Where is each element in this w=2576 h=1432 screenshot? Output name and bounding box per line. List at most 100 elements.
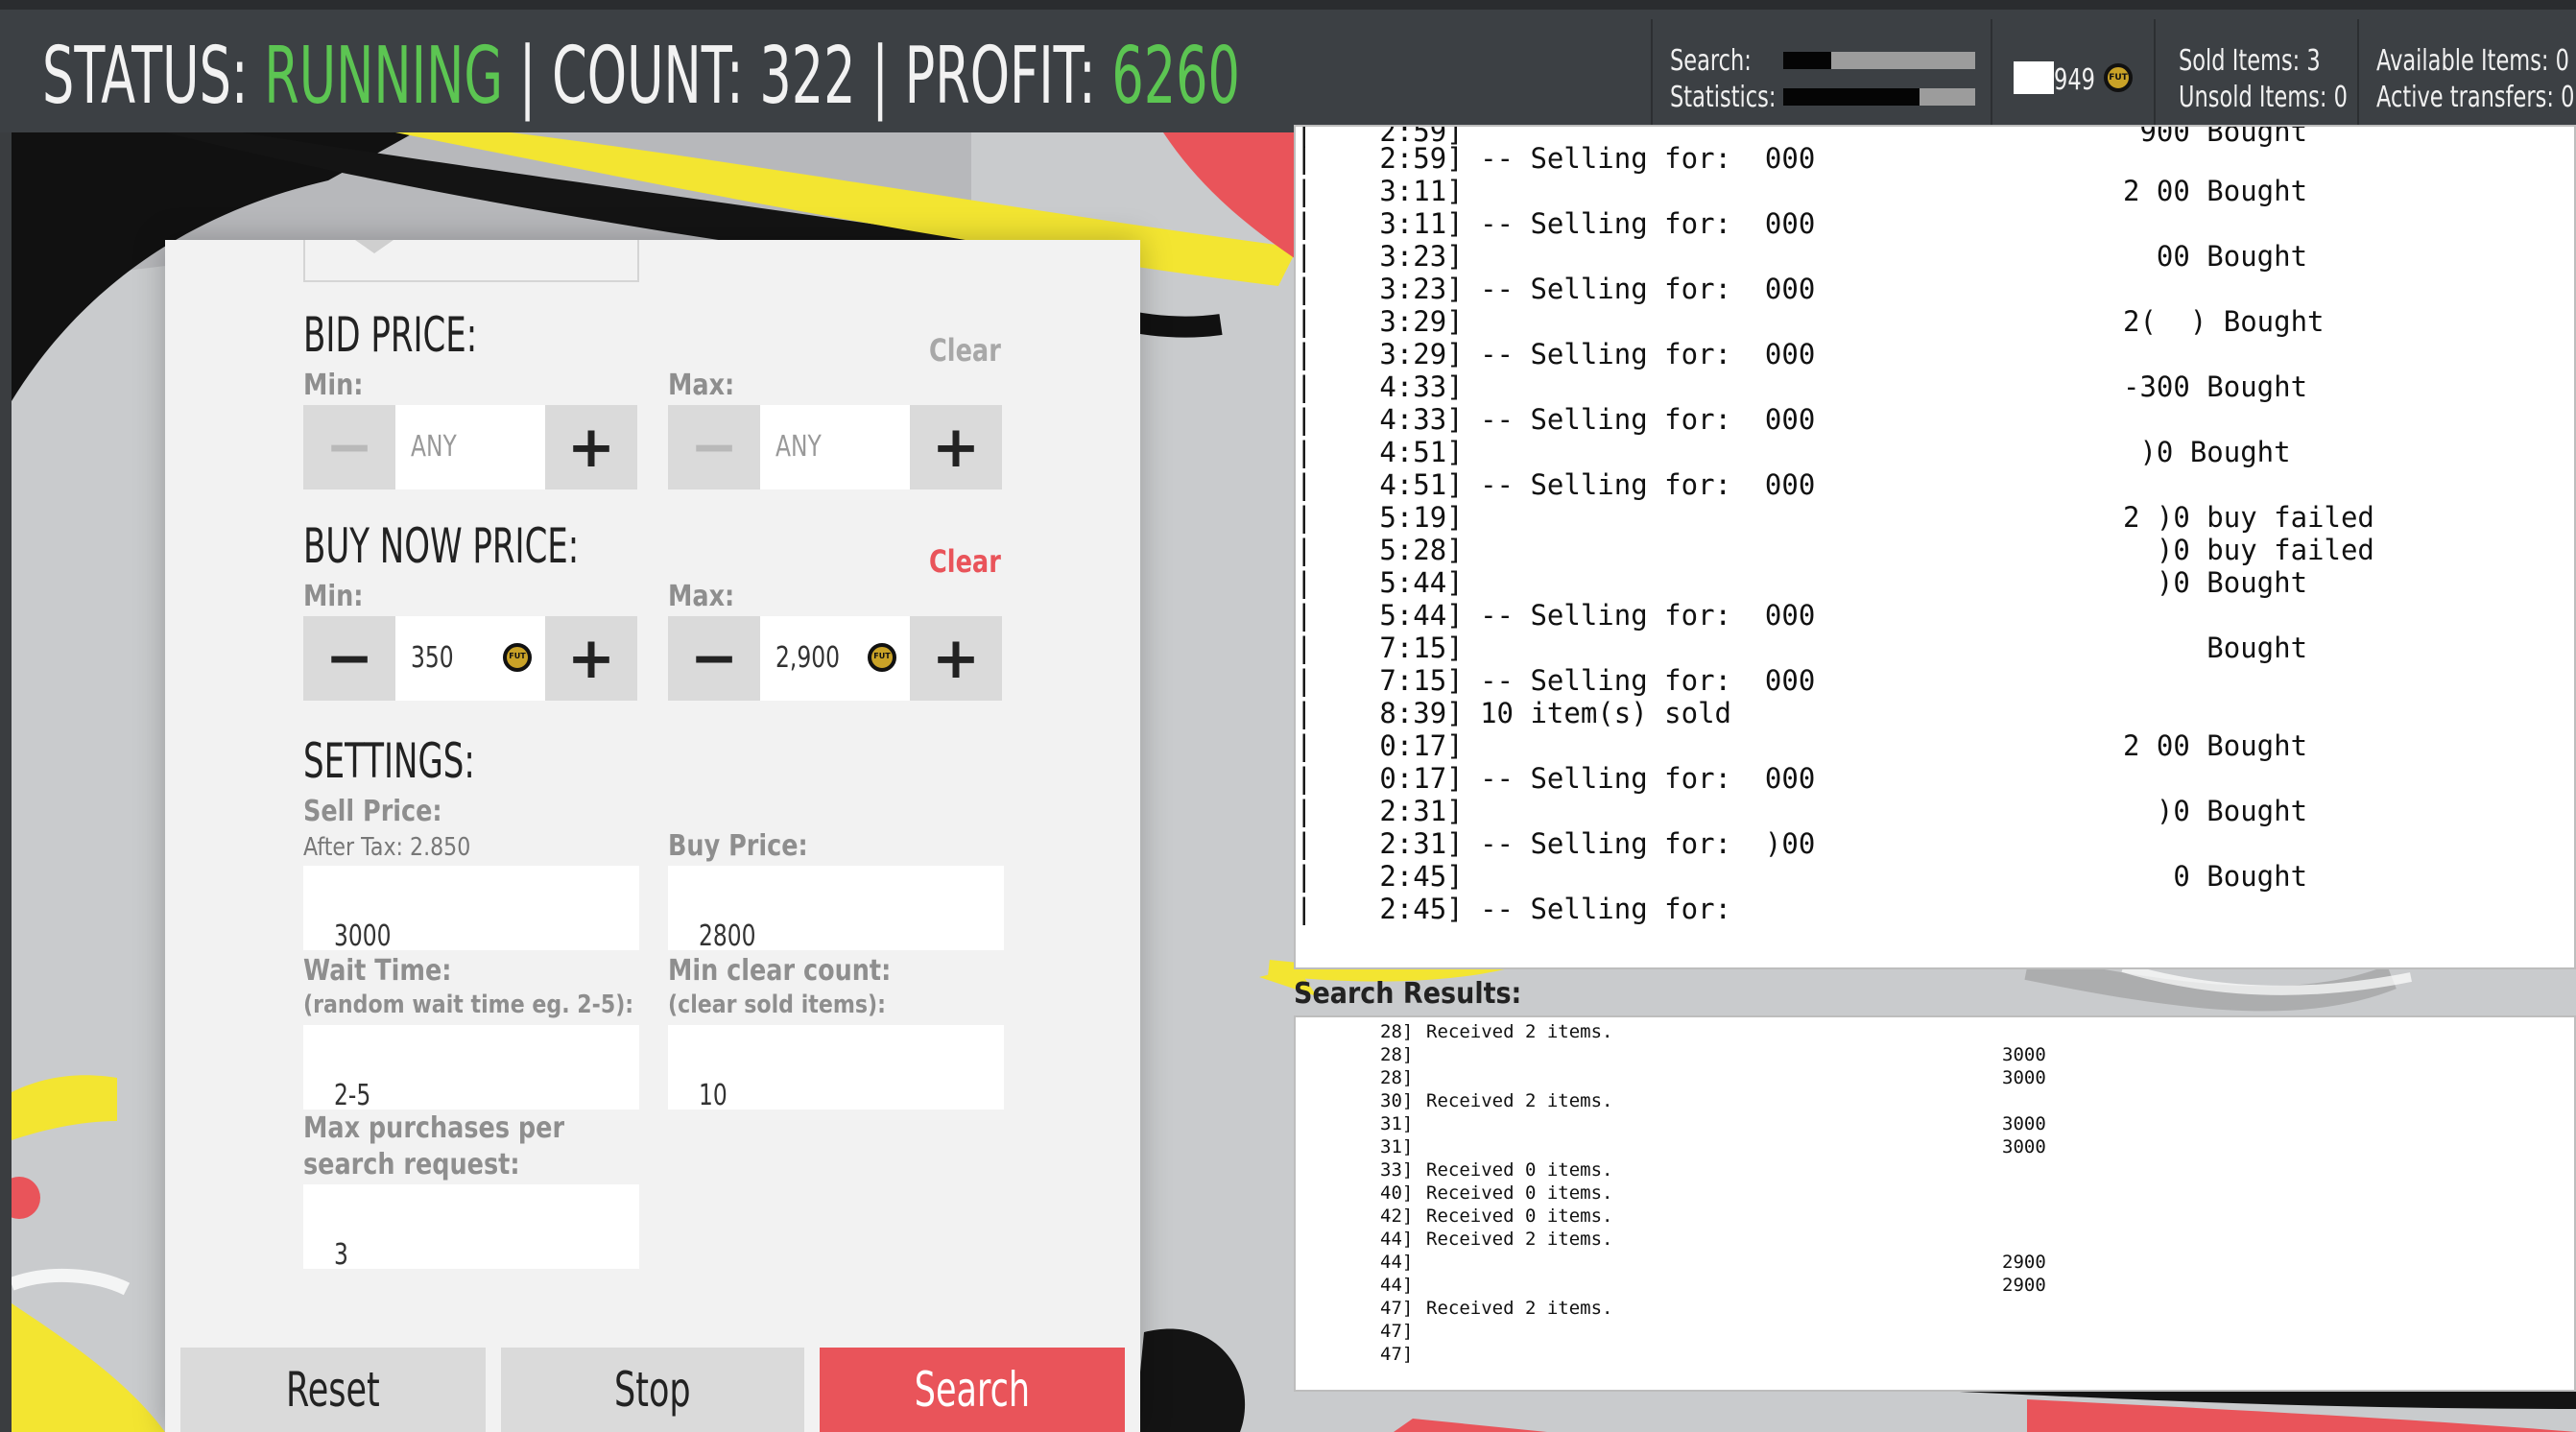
buy-price-label: Buy Price: bbox=[668, 829, 808, 863]
log-row: | 2:45] bbox=[1296, 860, 1480, 893]
log-message: -- Selling for: 000 bbox=[1480, 207, 1816, 240]
bid-max-input[interactable]: ANY bbox=[760, 405, 910, 489]
log-row-gutter: | bbox=[1296, 142, 1380, 175]
stop-button[interactable]: Stop bbox=[501, 1348, 804, 1432]
sell-price-input[interactable]: 3000 bbox=[303, 866, 639, 953]
log-row: | 3:11] bbox=[1296, 175, 1480, 207]
bid-clear-link[interactable]: Clear bbox=[929, 332, 1001, 369]
log-time: 3:23] bbox=[1379, 273, 1464, 305]
reset-button[interactable]: Reset bbox=[180, 1348, 486, 1432]
result-message: Received 2 items. bbox=[1426, 1298, 1613, 1319]
log-purchase-status: 2 00 Bought bbox=[2123, 175, 2308, 207]
log-row: | 3:29] -- Selling for: 000 bbox=[1296, 338, 1815, 370]
statistics-progress-bar bbox=[1783, 88, 1975, 106]
max-purchases-input[interactable]: 3 bbox=[303, 1184, 639, 1272]
buy-min-decrement-button[interactable]: − bbox=[303, 616, 395, 701]
log-time: 3:23] bbox=[1379, 240, 1464, 273]
log-time: 5:19] bbox=[1379, 501, 1464, 534]
bid-max-label: Max: bbox=[668, 369, 735, 402]
wait-time-input[interactable]: 2-5 bbox=[303, 1025, 639, 1112]
result-price: 3000 bbox=[2002, 1067, 2046, 1088]
log-row: | 2:59] -- Selling for: 000 bbox=[1296, 142, 1815, 175]
redacted-area bbox=[1910, 127, 2140, 148]
log-purchase-status: -300 Bought bbox=[2123, 370, 2308, 403]
log-row-gutter: | bbox=[1296, 762, 1380, 795]
log-time: 3:11] bbox=[1379, 175, 1464, 207]
log-row: | 3:11] -- Selling for: 000 bbox=[1296, 207, 1815, 240]
log-row-gutter: | bbox=[1296, 175, 1380, 207]
bid-max-increment-button[interactable]: + bbox=[910, 405, 1002, 489]
result-time: 30] bbox=[1380, 1090, 1414, 1111]
log-row-gutter: | bbox=[1296, 729, 1380, 762]
buy-price-input[interactable]: 2800 bbox=[668, 866, 1004, 953]
activity-log[interactable]: | 2:59] 2900 Bought | 2:59] -- Selling f… bbox=[1294, 125, 2576, 969]
log-message: -- Selling for: 000 bbox=[1480, 273, 1816, 305]
log-row: | 2:45] -- Selling for: bbox=[1296, 893, 1731, 925]
bid-min-decrement-button[interactable]: − bbox=[303, 405, 395, 489]
bid-min-input[interactable]: ANY bbox=[395, 405, 545, 489]
log-time: 5:44] bbox=[1379, 599, 1464, 632]
log-row: | 8:39] 10 item(s) sold bbox=[1296, 697, 1731, 729]
transfers-block: Available Items: 0 Active transfers: 0 bbox=[2357, 19, 2576, 142]
bid-min-increment-button[interactable]: + bbox=[545, 405, 637, 489]
bid-max-decrement-button[interactable]: − bbox=[668, 405, 760, 489]
coins-value: 949 bbox=[2054, 63, 2095, 97]
min-clear-value: 10 bbox=[699, 1079, 727, 1112]
buy-max-increment-button[interactable]: + bbox=[910, 616, 1002, 701]
fut-coin-icon: FUT bbox=[2104, 63, 2133, 92]
result-time: 31] bbox=[1380, 1113, 1414, 1134]
result-message: Received 2 items. bbox=[1426, 1021, 1613, 1042]
log-row: | 4:51] bbox=[1296, 436, 1480, 468]
search-progress-label: Search: bbox=[1670, 44, 1752, 78]
stop-button-label: Stop bbox=[614, 1362, 691, 1418]
settings-title: SETTINGS: bbox=[303, 733, 475, 789]
result-price: 2900 bbox=[2002, 1252, 2046, 1273]
search-button[interactable]: Search bbox=[820, 1348, 1125, 1432]
buy-min-input[interactable]: 350 FUT bbox=[395, 616, 545, 701]
log-row-gutter: | bbox=[1296, 403, 1380, 436]
log-time: 2:31] bbox=[1379, 827, 1464, 860]
log-message: -- Selling for: )00 bbox=[1480, 827, 1816, 860]
buy-min-increment-button[interactable]: + bbox=[545, 616, 637, 701]
min-clear-input[interactable]: 10 bbox=[668, 1025, 1004, 1112]
items-block: Sold Items: 3 Unsold Items: 0 bbox=[2154, 19, 2357, 142]
buy-now-clear-link[interactable]: Clear bbox=[929, 543, 1001, 580]
log-time: 7:15] bbox=[1379, 632, 1464, 664]
log-row: | 4:33] -- Selling for: 000 bbox=[1296, 403, 1815, 436]
max-purchases-label-2: search request: bbox=[303, 1148, 520, 1181]
log-time: 7:15] bbox=[1379, 664, 1464, 697]
sell-price-value: 3000 bbox=[334, 919, 392, 953]
result-price: 2900 bbox=[2002, 1275, 2046, 1296]
log-purchase-status: 0 Bought bbox=[2123, 860, 2308, 893]
buy-max-decrement-button[interactable]: − bbox=[668, 616, 760, 701]
log-row-gutter: | bbox=[1296, 468, 1380, 501]
log-message: -- Selling for: 000 bbox=[1480, 142, 1816, 175]
log-time: 3:11] bbox=[1379, 207, 1464, 240]
search-results-log[interactable]: 28] Received 2 items. 28] 3000 28] 3000 30] Rec… bbox=[1294, 1015, 2576, 1392]
search-results-label: Search Results: bbox=[1294, 977, 1522, 1011]
log-message: -- Selling for: bbox=[1480, 893, 1731, 925]
result-message: Received 0 items. bbox=[1426, 1205, 1613, 1227]
log-purchase-status: Bought bbox=[2123, 632, 2308, 664]
statistics-progress-label: Statistics: bbox=[1670, 81, 1777, 114]
result-message: Received 2 items. bbox=[1426, 1090, 1613, 1111]
search-button-label: Search bbox=[914, 1362, 1031, 1418]
log-row-gutter: | bbox=[1296, 436, 1380, 468]
log-row: | 2:31] bbox=[1296, 795, 1480, 827]
sell-price-label: Sell Price: bbox=[303, 795, 442, 828]
log-row: | 0:17] bbox=[1296, 729, 1480, 762]
log-row: | 7:15] -- Selling for: 000 bbox=[1296, 664, 1815, 697]
collapsed-dropdown[interactable] bbox=[303, 240, 639, 282]
bid-min-value: ANY bbox=[411, 430, 457, 464]
result-time: 28] bbox=[1380, 1021, 1414, 1042]
log-row: | 5:19] bbox=[1296, 501, 1480, 534]
log-row-gutter: | bbox=[1296, 599, 1380, 632]
result-price: 3000 bbox=[2002, 1113, 2046, 1134]
buy-max-input[interactable]: 2,900 FUT bbox=[760, 616, 910, 701]
log-time: 0:17] bbox=[1379, 762, 1464, 795]
bid-min-stepper: − ANY + bbox=[303, 405, 637, 489]
wait-time-label: Wait Time: bbox=[303, 954, 452, 988]
log-row: | 0:17] -- Selling for: 000 bbox=[1296, 762, 1815, 795]
result-message: Received 0 items. bbox=[1426, 1159, 1613, 1181]
log-time: 5:44] bbox=[1379, 566, 1464, 599]
